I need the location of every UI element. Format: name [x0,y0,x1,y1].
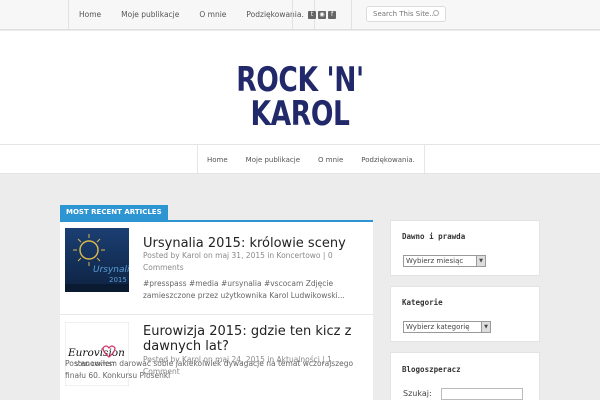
archive-widget: Dawno i prawda Wybierz miesiąc ▼ [390,220,540,276]
categories-select[interactable]: Wybierz kategorię ▼ [403,321,491,333]
thumbnail-ursynalia-year: 2015 [109,276,127,284]
article-title[interactable]: Eurowizja 2015: gdzie ten kicz z dawnych… [143,324,365,354]
chevron-down-icon: ▼ [476,256,485,266]
article-excerpt: #presspass #media #ursynalia #vscocam Zd… [143,279,345,300]
widget-title: Kategorie [402,298,443,307]
thumbnail-ursynalia-text: Ursynalia [93,265,129,275]
chevron-down-icon: ▼ [481,322,490,332]
top-nav-home[interactable]: Home [69,0,111,30]
main-nav-thanks[interactable]: Podziękowania. [352,145,424,175]
section-title: MOST RECENT ARTICLES [60,205,168,220]
search-icon[interactable] [433,10,439,16]
top-nav-publications[interactable]: Moje publikacje [111,0,189,30]
top-bar: Home Moje publikacje O mnie Podziękowani… [0,0,600,30]
category-link[interactable]: Koncertowo [277,251,321,260]
categories-widget: Kategorie Wybierz kategorię ▼ [390,286,540,342]
author-link[interactable]: Karol [182,251,201,260]
main-nav-about[interactable]: O mnie [309,145,352,175]
article-date: maj 31, 2015 [215,251,265,260]
divider [60,314,373,315]
main-nav: Home Moje publikacje O mnie Podziękowani… [0,144,600,175]
article-title[interactable]: Ursynalia 2015: królowie sceny [143,236,365,251]
sidebar-search-input[interactable] [441,388,523,400]
article-thumbnail[interactable]: Ursynalia 2015 [65,228,129,292]
article-excerpt: Postanowiłem darować sobie jakiekolwiek … [65,359,354,380]
top-nav: Home Moje publikacje O mnie Podziękowani… [68,0,315,30]
main-nav-home[interactable]: Home [198,145,237,175]
site-logo[interactable]: ROCK 'N' KAROL [183,63,417,131]
article-meta: Posted by Karol on maj 31, 2015 in Konce… [143,251,333,272]
rss-icon[interactable]: ◉ [318,11,326,19]
widget-title: Dawno i prawda [402,232,466,241]
social-links: t ◉ f [292,0,352,30]
widget-title: Blogoszperacz [402,365,461,374]
archive-select[interactable]: Wybierz miesiąc ▼ [403,255,486,267]
search-widget: Blogoszperacz Szukaj: [390,352,540,400]
twitter-icon[interactable]: t [308,11,316,19]
search-label: Szukaj: [403,389,432,398]
articles-panel: Ursynalia 2015 Ursynalia 2015: królowie … [60,220,373,400]
top-nav-about[interactable]: O mnie [189,0,236,30]
main-nav-publications[interactable]: Moje publikacje [237,145,309,175]
facebook-icon[interactable]: f [328,11,336,19]
